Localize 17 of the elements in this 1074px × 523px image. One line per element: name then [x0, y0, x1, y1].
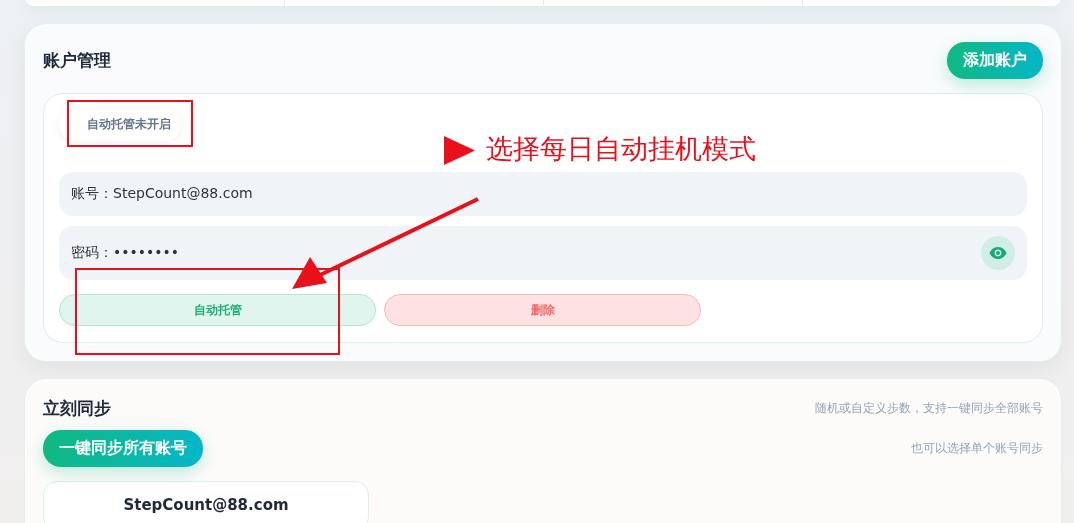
arrow-icon — [290, 195, 482, 291]
hint-text: 随机或自定义步数，支持一键同步全部账号 — [815, 400, 1043, 417]
annotation-text: 选择每日自动挂机模式 — [486, 132, 756, 166]
eye-icon[interactable] — [981, 236, 1015, 270]
password-field[interactable]: 密码：•••••••• — [59, 226, 1027, 280]
account-field[interactable]: 账号：StepCount@88.com — [59, 172, 1027, 216]
triangle-icon — [444, 136, 475, 165]
auto-manage-button[interactable]: 自动托管 — [59, 294, 376, 326]
status-badge: 自动托管未开启 — [59, 108, 181, 141]
delete-button[interactable]: 删除 — [384, 294, 701, 326]
account-card[interactable]: StepCount@88.com — [43, 481, 369, 523]
section-title: 立刻同步 — [43, 397, 111, 420]
section-title: 账户管理 — [43, 49, 111, 72]
account-name: StepCount@88.com — [123, 496, 289, 514]
hint-text: 也可以选择单个账号同步 — [911, 440, 1043, 457]
sync-all-button[interactable]: 一键同步所有账号 — [43, 430, 203, 467]
add-account-button[interactable]: 添加账户 — [947, 42, 1043, 79]
